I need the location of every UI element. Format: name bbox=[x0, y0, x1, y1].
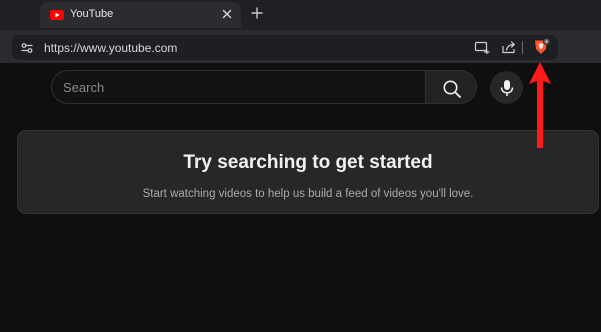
brave-shields-icon[interactable] bbox=[532, 38, 550, 56]
youtube-favicon-icon bbox=[50, 10, 64, 20]
share-icon[interactable] bbox=[501, 40, 517, 54]
tab-title: YouTube bbox=[70, 8, 114, 20]
microphone-icon bbox=[500, 80, 514, 96]
voice-search-button[interactable] bbox=[490, 71, 523, 104]
search-input[interactable] bbox=[63, 77, 413, 97]
close-icon[interactable] bbox=[220, 7, 234, 21]
annotation-arrow bbox=[529, 62, 551, 148]
cast-icon[interactable] bbox=[474, 40, 490, 54]
site-settings-icon[interactable] bbox=[20, 41, 34, 55]
tab-youtube[interactable]: YouTube bbox=[40, 2, 241, 28]
search-button[interactable] bbox=[425, 70, 477, 104]
empty-state-title: Try searching to get started bbox=[183, 152, 433, 173]
plus-icon[interactable] bbox=[250, 6, 264, 20]
search-icon bbox=[443, 80, 461, 98]
toolbar-divider bbox=[522, 41, 523, 54]
url-text[interactable]: https://www.youtube.com bbox=[44, 41, 177, 55]
empty-state-subtitle: Start watching videos to help us build a… bbox=[142, 188, 474, 200]
browser-window: YouTube https://www.youtube.com Search T… bbox=[0, 0, 601, 332]
tab-strip: YouTube bbox=[0, 0, 601, 30]
